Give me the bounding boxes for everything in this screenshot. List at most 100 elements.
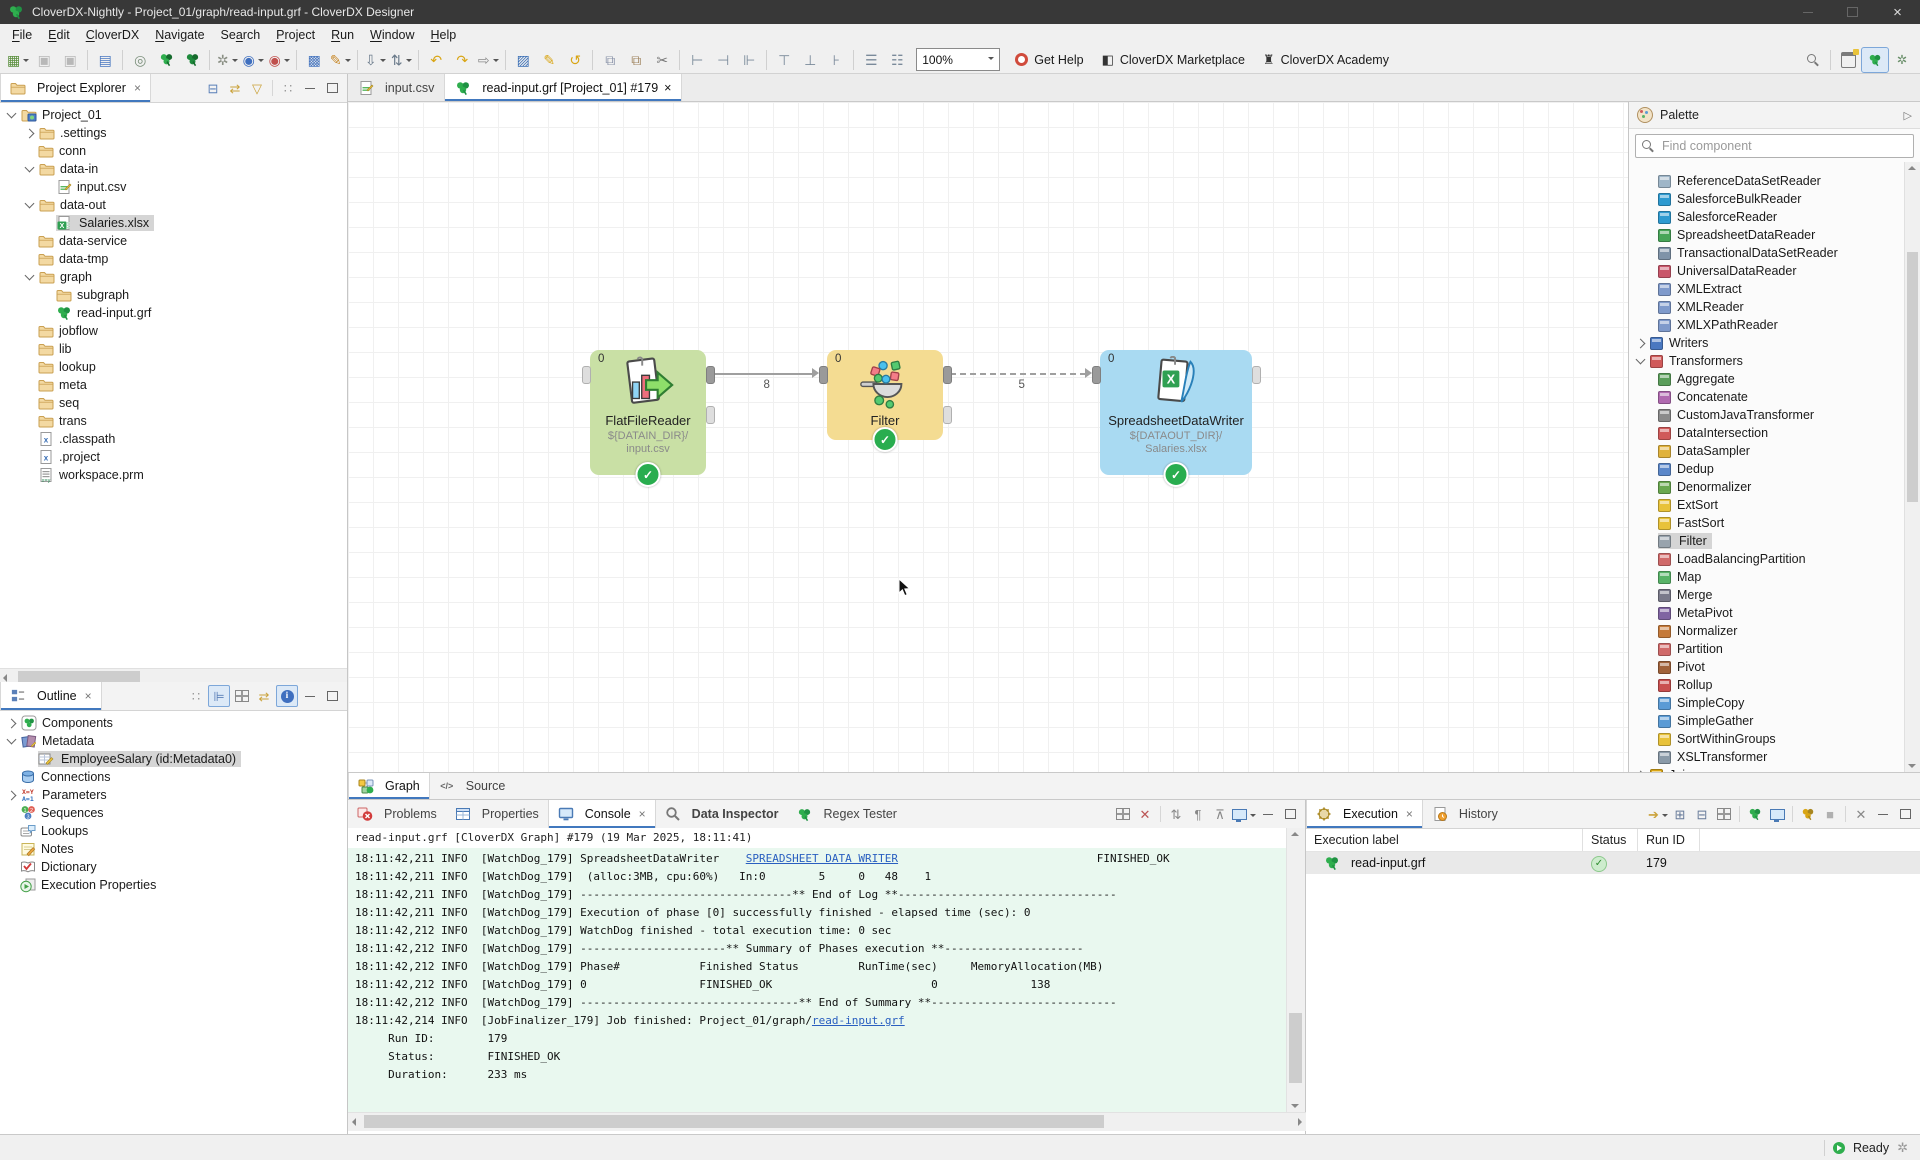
column-header-execution-label[interactable]: Execution label: [1306, 829, 1583, 851]
info-icon[interactable]: [276, 685, 298, 707]
open-log-icon[interactable]: [1113, 804, 1133, 824]
close-icon[interactable]: ×: [85, 689, 92, 703]
palette-item-concatenate[interactable]: Concatenate: [1629, 388, 1905, 406]
palette-item-xsltransformer[interactable]: XSLTransformer: [1629, 748, 1905, 766]
palette-item-pivot[interactable]: Pivot: [1629, 658, 1905, 676]
component-filter[interactable]: 0 Filter ✓: [819, 350, 952, 452]
collapse-all-icon[interactable]: ⊟: [203, 78, 223, 98]
open-graph-log-button[interactable]: ▤: [92, 48, 118, 72]
palette-item-filter[interactable]: Filter: [1629, 532, 1905, 550]
palette-item-denormalizer[interactable]: Denormalizer: [1629, 478, 1905, 496]
output-port[interactable]: [943, 366, 952, 384]
collapse-all-icon[interactable]: ⊟: [1692, 804, 1712, 824]
format-brush-button[interactable]: ✎: [327, 48, 353, 72]
clear-console-icon[interactable]: ✕: [1135, 804, 1155, 824]
run-configurations-button[interactable]: ◉: [240, 48, 266, 72]
close-icon[interactable]: ×: [134, 81, 141, 95]
background-jobs-icon[interactable]: ✲: [1897, 1140, 1908, 1156]
menu-cloverdx[interactable]: CloverDX: [78, 26, 148, 44]
explorer-item--project[interactable]: x .project: [0, 448, 347, 466]
tab-regex-tester[interactable]: Regex Tester: [788, 800, 906, 828]
output-port[interactable]: [943, 406, 952, 424]
link-editor-icon[interactable]: ⇄: [225, 78, 245, 98]
menu-help[interactable]: Help: [423, 26, 465, 44]
explorer-item-data-out[interactable]: data-out: [0, 196, 347, 214]
align-right-button[interactable]: ⊩: [736, 48, 762, 72]
input-port[interactable]: [582, 366, 591, 384]
component-spreadsheetdatawriter[interactable]: 0 X SpreadsheetDataWriter ${DATAOUT_DIR}/Sa…: [1092, 350, 1261, 487]
tab-outline[interactable]: Outline ×: [0, 682, 102, 710]
explorer-item-salaries-xlsx[interactable]: X Salaries.xlsx: [0, 214, 347, 232]
explorer-item-read-input-grf[interactable]: read-input.grf: [0, 304, 347, 322]
console-hscrollbar[interactable]: [348, 1112, 1306, 1131]
align-center-button[interactable]: ⊣: [710, 48, 736, 72]
twistie-icon[interactable]: [1635, 338, 1646, 348]
copy-button[interactable]: ⧉: [597, 48, 623, 72]
palette-item-simplegather[interactable]: SimpleGather: [1629, 712, 1905, 730]
console-link[interactable]: SPREADSHEET DATA WRITER: [746, 852, 898, 865]
pen-button[interactable]: ✎: [536, 48, 562, 72]
tab-properties[interactable]: Properties: [446, 800, 548, 828]
run-graph-server-button[interactable]: [179, 48, 205, 72]
close-icon[interactable]: ×: [639, 807, 646, 821]
run-graph-button[interactable]: [153, 48, 179, 72]
input-port[interactable]: [1092, 366, 1101, 384]
palette-item-simplecopy[interactable]: SimpleCopy: [1629, 694, 1905, 712]
outline-item-components[interactable]: Components: [0, 714, 347, 732]
menu-search[interactable]: Search: [213, 26, 269, 44]
palette-scrollbar[interactable]: [1904, 162, 1920, 772]
stop-icon[interactable]: ■: [1820, 804, 1840, 824]
close-icon[interactable]: ×: [664, 81, 671, 95]
palette-item-salesforcebulkreader[interactable]: SalesforceBulkReader: [1629, 190, 1905, 208]
import-button[interactable]: ⇩: [362, 48, 388, 72]
minimize-icon[interactable]: [1873, 804, 1893, 824]
explorer-item-data-in[interactable]: data-in: [0, 160, 347, 178]
subtab-source[interactable]: </> Source: [430, 773, 515, 799]
tab-history[interactable]: History: [1423, 800, 1507, 828]
pin-console-icon[interactable]: ⊼: [1210, 804, 1230, 824]
explorer-item-graph[interactable]: graph: [0, 268, 347, 286]
open-in-designer-icon[interactable]: [1745, 804, 1765, 824]
explorer-item-trans[interactable]: trans: [0, 412, 347, 430]
debug-configurations-button[interactable]: ◉: [266, 48, 292, 72]
view-menu-icon[interactable]: ∷: [186, 686, 206, 706]
palette-search-input[interactable]: [1660, 138, 1907, 154]
palette-item-transactionaldatasetreader[interactable]: TransactionalDataSetReader: [1629, 244, 1905, 262]
outline-item-parameters[interactable]: X=Y A=1 Parameters: [0, 786, 347, 804]
outline-item-execution-properties[interactable]: Execution Properties: [0, 876, 347, 894]
explorer-item-data-service[interactable]: data-service: [0, 232, 347, 250]
open-perspective-icon[interactable]: [1835, 48, 1861, 72]
redo-button[interactable]: ↷: [449, 48, 475, 72]
explorer-item-meta[interactable]: meta: [0, 376, 347, 394]
save-button[interactable]: ▣: [31, 48, 57, 72]
palette-item-metapivot[interactable]: MetaPivot: [1629, 604, 1905, 622]
palette-item-salesforcereader[interactable]: SalesforceReader: [1629, 208, 1905, 226]
align-middle-button[interactable]: ⊥: [797, 48, 823, 72]
outline-item-metadata[interactable]: Metadata: [0, 732, 347, 750]
edge-1[interactable]: [950, 373, 1086, 375]
output-port[interactable]: [1252, 366, 1261, 384]
edge-0[interactable]: [713, 373, 813, 375]
palette-item-map[interactable]: Map: [1629, 568, 1905, 586]
palette-item-normalizer[interactable]: Normalizer: [1629, 622, 1905, 640]
menu-edit[interactable]: Edit: [40, 26, 78, 44]
outline-item-notes[interactable]: Notes: [0, 840, 347, 858]
distribute-v-button[interactable]: ☷: [884, 48, 910, 72]
palette-collapse-icon[interactable]: ▷: [1904, 109, 1912, 122]
scroll-lock-icon[interactable]: ⇅: [1166, 804, 1186, 824]
outline-item-employeesalary-id-metadata0-[interactable]: EmployeeSalary (id:Metadata0): [0, 750, 347, 768]
palette-item-partition[interactable]: Partition: [1629, 640, 1905, 658]
palette-item-sortwithingroups[interactable]: SortWithinGroups: [1629, 730, 1905, 748]
palette-item-loadbalancingpartition[interactable]: LoadBalancingPartition: [1629, 550, 1905, 568]
palette-item-fastsort[interactable]: FastSort: [1629, 514, 1905, 532]
twistie-icon[interactable]: [24, 198, 35, 209]
palette-item-xmlreader[interactable]: XMLReader: [1629, 298, 1905, 316]
tab-data-inspector[interactable]: Data Inspector: [656, 800, 788, 828]
explorer-item--settings[interactable]: .settings: [0, 124, 347, 142]
show-console-icon[interactable]: [1767, 804, 1787, 824]
twistie-icon[interactable]: [24, 128, 35, 138]
twistie-icon[interactable]: [24, 162, 35, 173]
palette-item-rollup[interactable]: Rollup: [1629, 676, 1905, 694]
explorer-item--classpath[interactable]: x .classpath: [0, 430, 347, 448]
sync-icon[interactable]: ⇄: [254, 686, 274, 706]
